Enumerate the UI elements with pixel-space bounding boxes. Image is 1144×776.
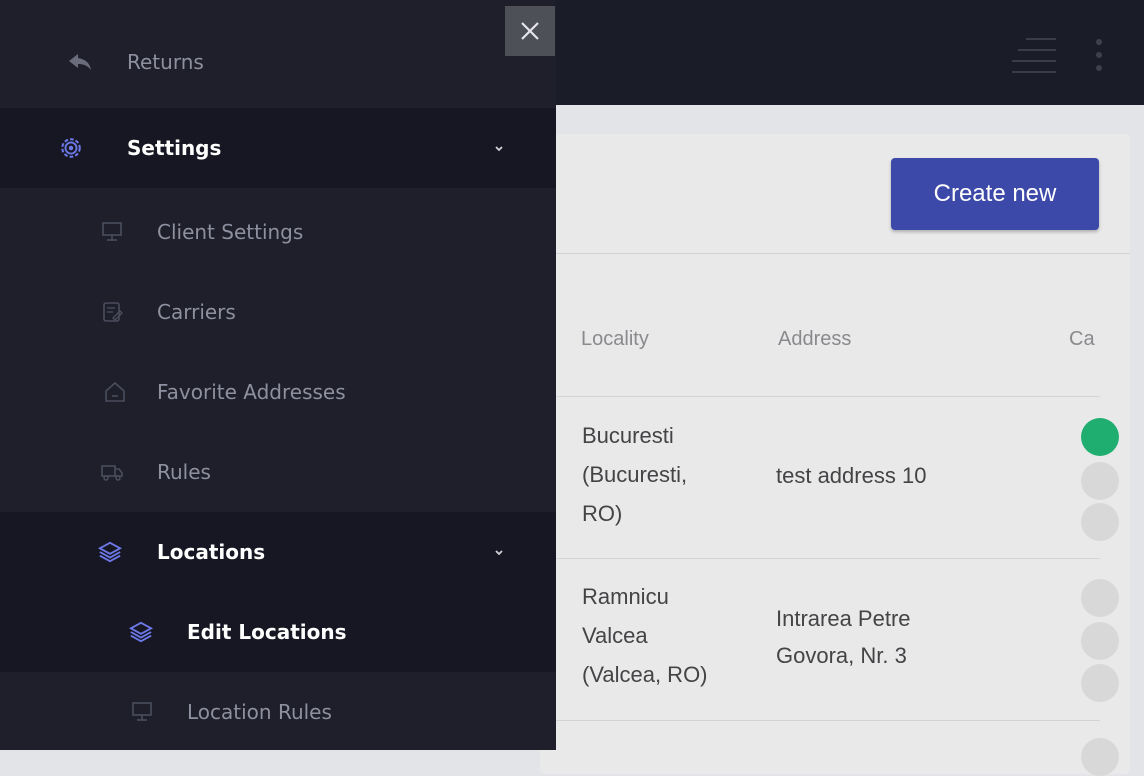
sidebar-item-settings[interactable]: Settings [0, 108, 556, 188]
create-new-button[interactable]: Create new [891, 158, 1099, 230]
sidebar-item-label: Client Settings [157, 220, 304, 244]
address-cell: test address 10 [776, 463, 927, 488]
row-divider [540, 396, 1100, 397]
sidebar-item-locations[interactable]: Locations [0, 512, 556, 592]
layers-icon [129, 620, 153, 644]
home-icon [103, 380, 127, 404]
toggle-switch[interactable] [1081, 738, 1119, 776]
card-divider [540, 253, 1130, 254]
chevron-down-icon[interactable] [492, 143, 506, 153]
column-header-locality[interactable]: Locality [581, 328, 649, 351]
truck-icon [100, 460, 124, 484]
toggle-switch[interactable] [1081, 418, 1119, 456]
sidebar-item-rules[interactable]: Rules [0, 432, 556, 512]
toggle-switch[interactable] [1081, 462, 1119, 500]
sidebar-item-label: Returns [127, 50, 204, 74]
sidebar-item-returns[interactable]: Returns [0, 22, 556, 102]
locality-cell: Bucuresti (Bucuresti, RO) [582, 423, 688, 526]
toggle-switch[interactable] [1081, 622, 1119, 660]
sidebar-item-client-settings[interactable]: Client Settings [0, 192, 556, 272]
sidebar-item-label: Rules [157, 460, 211, 484]
edit-document-icon [100, 300, 124, 324]
hamburger-icon[interactable] [1010, 36, 1058, 74]
sidebar-drawer: Returns Settings Client Settings Carrier… [0, 0, 556, 750]
row-divider [540, 558, 1100, 559]
sidebar-item-carriers[interactable]: Carriers [0, 272, 556, 352]
sidebar-item-label: Favorite Addresses [157, 380, 346, 404]
address-cell: Intrarea Petre Govora, Nr. 3 [776, 606, 911, 668]
sidebar-item-label: Location Rules [187, 700, 332, 724]
sidebar-item-label: Carriers [157, 300, 236, 324]
monitor-icon [100, 220, 124, 244]
sidebar-item-label: Edit Locations [187, 620, 347, 644]
close-icon [521, 22, 539, 40]
close-drawer-button[interactable] [505, 6, 555, 56]
sidebar-item-label: Settings [127, 136, 222, 160]
kebab-menu-icon[interactable] [1094, 38, 1104, 72]
gear-icon [59, 136, 83, 160]
row-divider [540, 720, 1100, 721]
return-arrow-icon [68, 50, 92, 74]
sidebar-item-location-rules[interactable]: Location Rules [0, 672, 556, 750]
sidebar-item-label: Locations [157, 540, 266, 564]
layers-icon [98, 540, 122, 564]
chevron-down-icon[interactable] [492, 547, 506, 557]
monitor-icon [130, 700, 154, 724]
locality-cell: Ramnicu Valcea (Valcea, RO) [582, 584, 708, 687]
toggle-switch[interactable] [1081, 503, 1119, 541]
column-header-ca[interactable]: Ca [1069, 328, 1095, 351]
toggle-switch[interactable] [1081, 664, 1119, 702]
sidebar-item-edit-locations[interactable]: Edit Locations [0, 592, 556, 672]
column-header-address[interactable]: Address [778, 328, 851, 351]
sidebar-item-favorite-addresses[interactable]: Favorite Addresses [0, 352, 556, 432]
toggle-switch[interactable] [1081, 579, 1119, 617]
